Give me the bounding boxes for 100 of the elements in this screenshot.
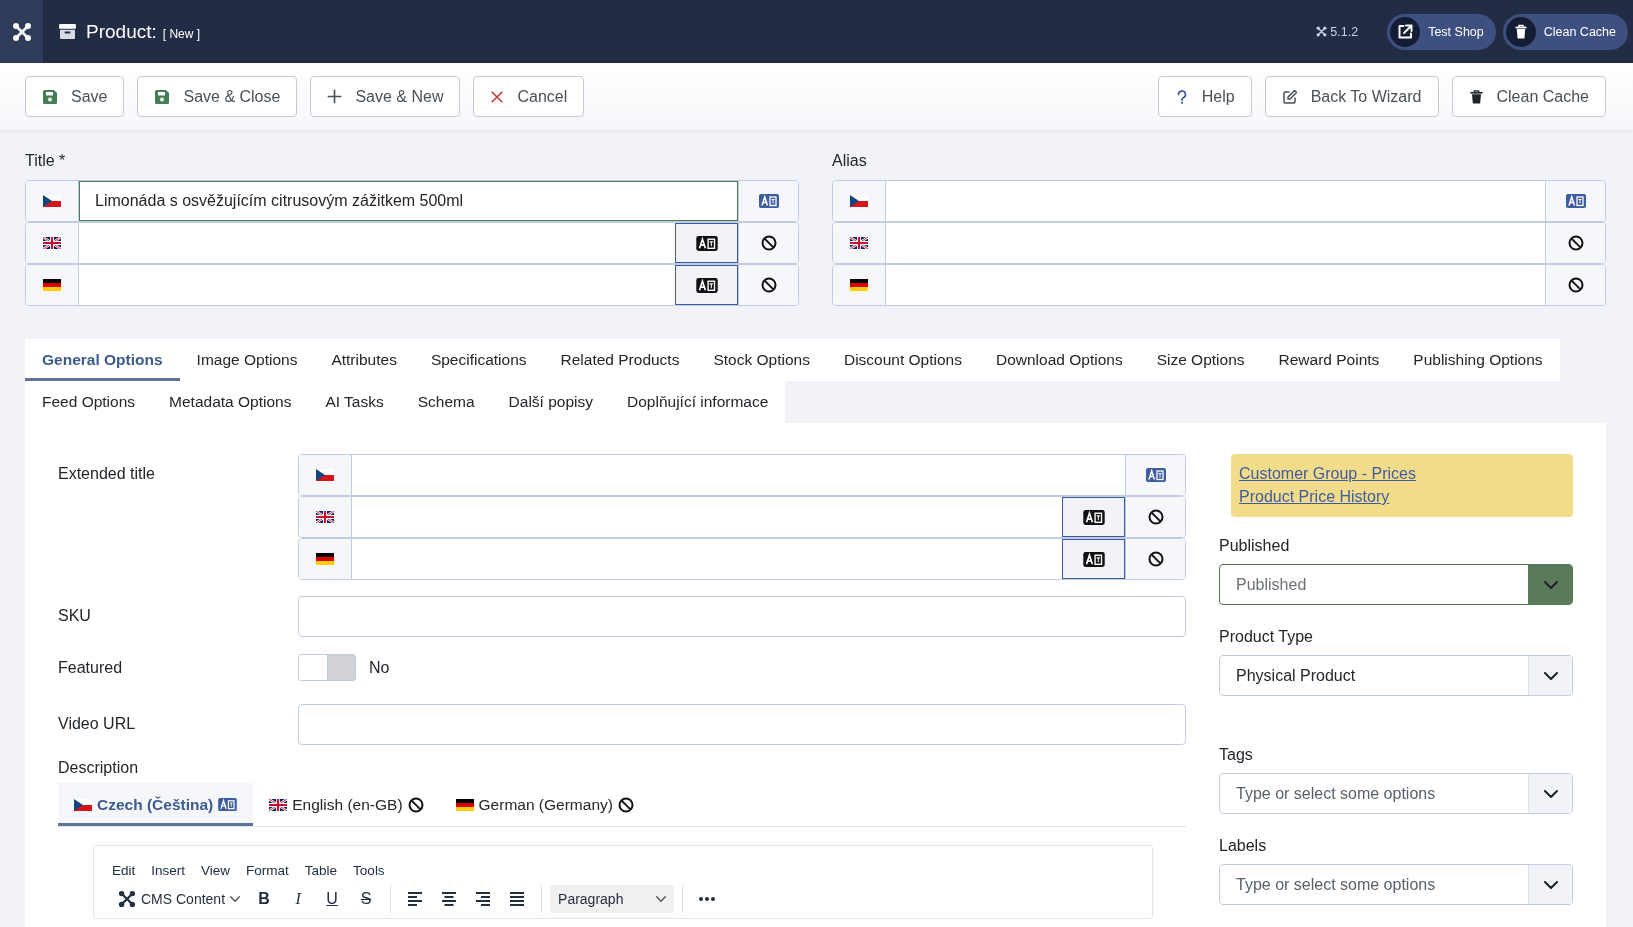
menu-item[interactable]: Format bbox=[240, 863, 295, 880]
toolbar-button[interactable]: Save & New bbox=[310, 76, 461, 117]
chevron-down-icon bbox=[1543, 580, 1558, 589]
menu-item[interactable]: Edit bbox=[106, 863, 142, 880]
uk-flag-icon bbox=[316, 511, 334, 523]
field-label: Title * bbox=[25, 151, 67, 171]
link[interactable]: Customer Group - Prices bbox=[1239, 462, 1416, 485]
select-field[interactable]: Type or select some options bbox=[1219, 864, 1573, 905]
field-label: Product Type bbox=[1219, 627, 1314, 647]
translate-button[interactable] bbox=[1062, 497, 1125, 537]
german-flag-icon bbox=[43, 279, 61, 291]
strikethrough-button[interactable]: S bbox=[350, 885, 383, 913]
tab[interactable]: Metadata Options bbox=[152, 381, 309, 423]
toolbar-button[interactable]: Help bbox=[1157, 76, 1252, 117]
align-justify-icon bbox=[509, 891, 526, 907]
toolbar-button[interactable]: Save & Close bbox=[137, 76, 298, 117]
ban-icon[interactable] bbox=[760, 277, 777, 293]
field-label: SKU bbox=[58, 606, 92, 626]
page-title: Product: bbox=[86, 20, 157, 43]
ban-icon[interactable] bbox=[1567, 235, 1584, 251]
field-label: Tags bbox=[1219, 745, 1254, 765]
translate-button[interactable] bbox=[675, 223, 738, 263]
link[interactable]: Product Price History bbox=[1239, 485, 1390, 508]
toolbar-button[interactable]: Clean Cache bbox=[1451, 76, 1606, 117]
field-label: Featured bbox=[58, 657, 124, 678]
chevron-down-icon bbox=[656, 896, 667, 902]
translate-button[interactable] bbox=[1062, 539, 1125, 579]
header-button[interactable]: Clean Cache bbox=[1502, 13, 1628, 50]
format-dropdown[interactable]: Paragraph bbox=[550, 885, 675, 913]
field-label: Extended title bbox=[58, 464, 156, 484]
sku-field[interactable] bbox=[298, 596, 1186, 637]
tab[interactable]: Specifications bbox=[413, 339, 544, 381]
language-tab[interactable]: Czech (Čeština) bbox=[58, 783, 254, 826]
tab[interactable]: Image Options bbox=[179, 339, 315, 381]
toggle-switch[interactable] bbox=[298, 654, 356, 681]
video-url-field[interactable] bbox=[298, 704, 1186, 745]
bold-button[interactable]: B bbox=[248, 885, 281, 913]
menu-item[interactable]: View bbox=[195, 863, 237, 880]
uk-flag-icon bbox=[269, 798, 288, 811]
tab[interactable]: Publishing Options bbox=[1396, 339, 1560, 381]
menu-item[interactable]: Tools bbox=[347, 863, 391, 880]
tab[interactable]: Feed Options bbox=[25, 381, 153, 423]
plus-icon bbox=[327, 89, 343, 104]
czech-flag-icon bbox=[850, 195, 868, 207]
ban-icon[interactable] bbox=[1567, 277, 1584, 293]
select-field[interactable]: Physical Product bbox=[1219, 655, 1573, 696]
blocks-dropdown[interactable]: CMS Content bbox=[112, 885, 247, 913]
underline-button[interactable]: U bbox=[316, 885, 349, 913]
trash-icon bbox=[1468, 88, 1484, 105]
language-tab[interactable]: German (Germany) bbox=[439, 783, 650, 826]
select-field[interactable]: Published bbox=[1219, 564, 1573, 605]
logo-icon bbox=[118, 890, 136, 908]
czech-flag-icon bbox=[316, 469, 334, 481]
tab[interactable]: AI Tasks bbox=[308, 381, 401, 423]
logo-icon bbox=[1316, 26, 1328, 37]
title-field[interactable]: Limonáda s osvěžujícím citrusovým zážitkem 500ml bbox=[79, 181, 738, 221]
tab[interactable]: Download Options bbox=[978, 339, 1140, 381]
align-left-icon bbox=[407, 891, 424, 907]
german-flag-icon bbox=[316, 553, 334, 565]
tab[interactable]: Další popisy bbox=[491, 381, 611, 423]
tab[interactable]: General Options bbox=[25, 339, 180, 381]
tab[interactable]: Size Options bbox=[1139, 339, 1262, 381]
record-status: [ New ] bbox=[162, 26, 201, 41]
language-tab[interactable]: English (en-GB) bbox=[253, 783, 440, 826]
toolbar-button[interactable]: Back To Wizard bbox=[1264, 76, 1439, 117]
translate-button[interactable] bbox=[675, 265, 738, 305]
menu-item[interactable]: Insert bbox=[145, 863, 192, 880]
tab[interactable]: Related Products bbox=[543, 339, 697, 381]
tab[interactable]: Attributes bbox=[314, 339, 414, 381]
ban-icon[interactable] bbox=[760, 235, 777, 251]
version-text: 5.1.2 bbox=[1330, 24, 1359, 39]
tab[interactable]: Reward Points bbox=[1261, 339, 1397, 381]
toolbar-button[interactable]: Cancel bbox=[473, 76, 585, 117]
menu-item[interactable]: Table bbox=[298, 863, 344, 880]
header-button[interactable]: Test Shop bbox=[1387, 13, 1496, 50]
field-label: Labels bbox=[1219, 836, 1268, 856]
translate-icon bbox=[1082, 509, 1105, 525]
ban-icon[interactable] bbox=[1147, 551, 1164, 567]
uk-flag-icon bbox=[850, 237, 868, 249]
save-icon bbox=[154, 88, 171, 105]
trash-icon bbox=[1505, 16, 1536, 47]
german-flag-icon bbox=[455, 798, 474, 811]
chevron-down-icon bbox=[1543, 789, 1558, 798]
edit-icon bbox=[1281, 88, 1298, 105]
tab[interactable]: Stock Options bbox=[696, 339, 827, 381]
save-icon bbox=[42, 88, 58, 105]
home-button[interactable] bbox=[0, 0, 43, 63]
close-icon bbox=[490, 89, 505, 104]
tab[interactable]: Discount Options bbox=[826, 339, 979, 381]
translate-icon bbox=[695, 277, 718, 293]
tab[interactable]: Doplňující informace bbox=[610, 381, 786, 423]
tab[interactable]: Schema bbox=[400, 381, 492, 423]
italic-button[interactable]: I bbox=[282, 885, 315, 913]
align-center-icon bbox=[441, 891, 458, 907]
german-flag-icon bbox=[850, 279, 868, 291]
archive-icon bbox=[59, 24, 76, 39]
more-icon bbox=[699, 897, 716, 901]
select-field[interactable]: Type or select some options bbox=[1219, 773, 1573, 814]
toolbar-button[interactable]: Save bbox=[25, 76, 125, 117]
ban-icon[interactable] bbox=[1147, 509, 1164, 525]
